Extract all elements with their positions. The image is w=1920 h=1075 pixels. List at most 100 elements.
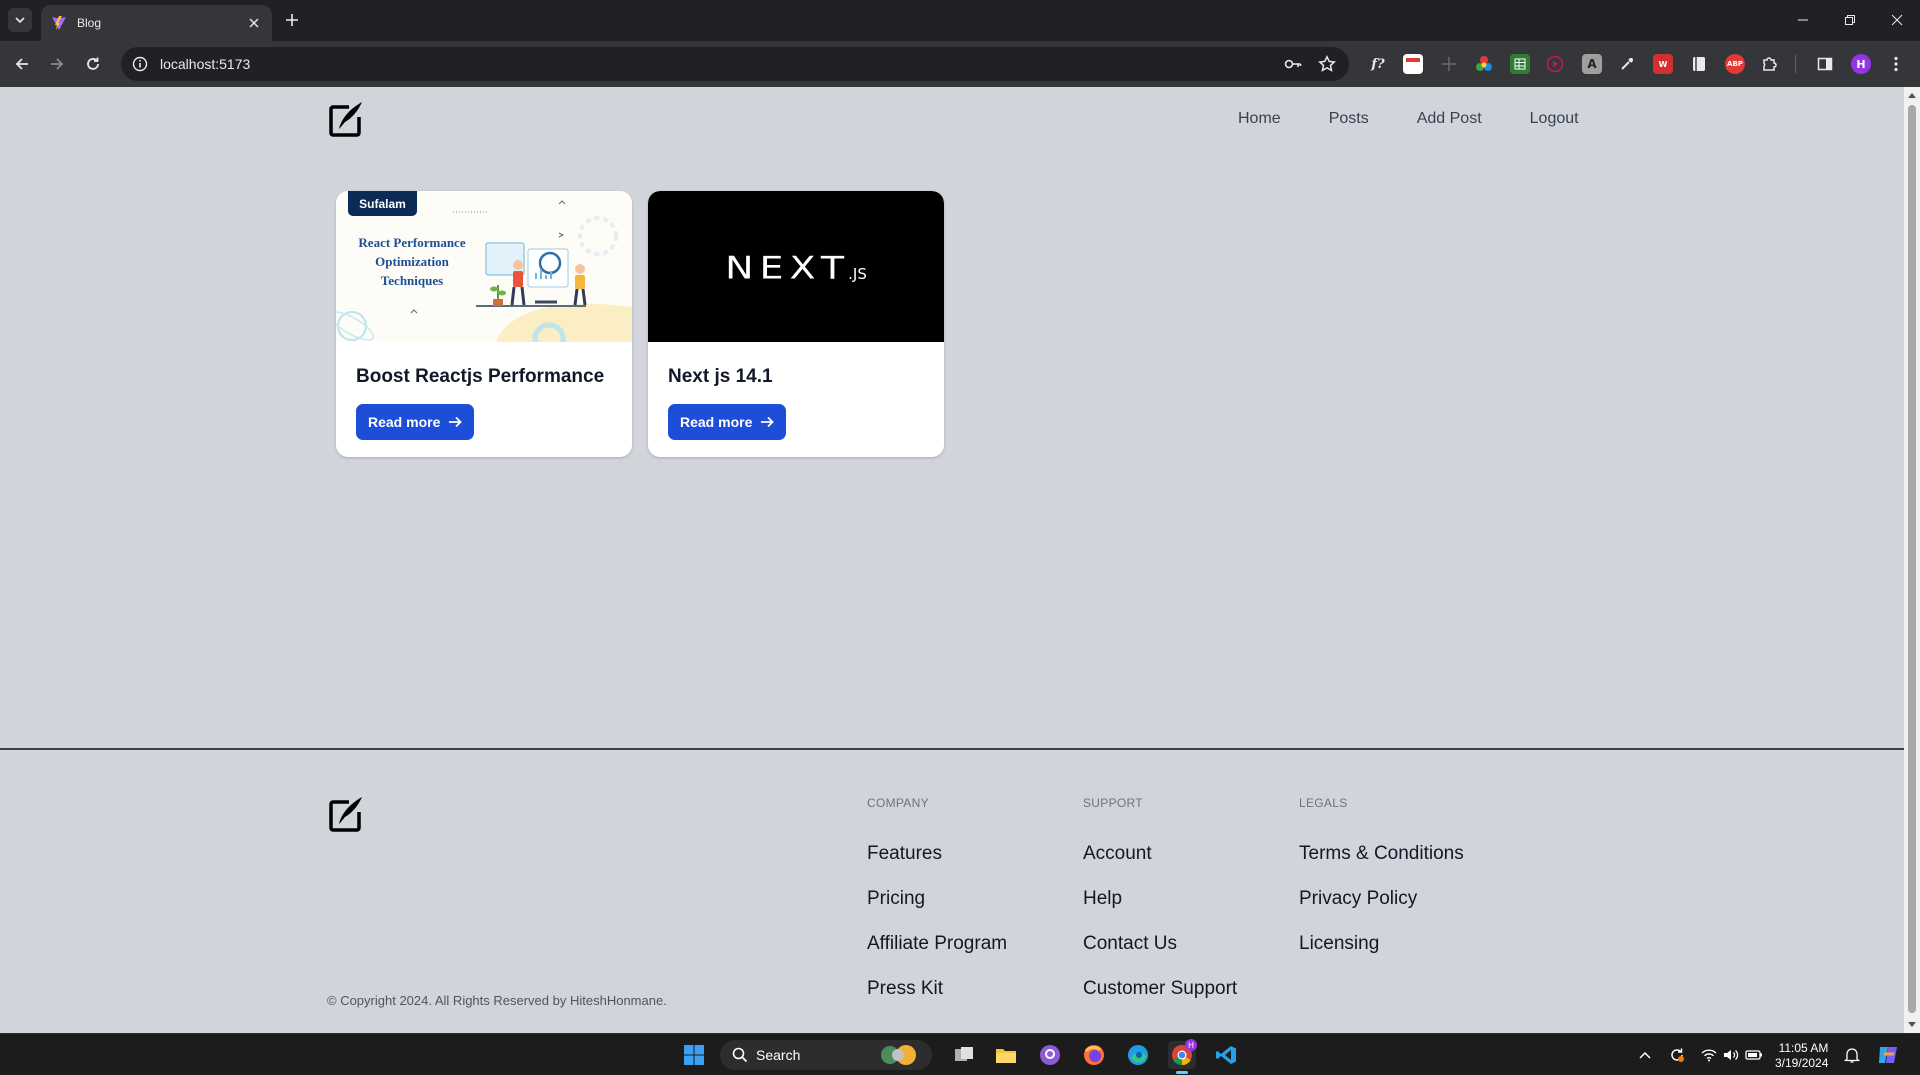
footer-link-affiliate[interactable]: Affiliate Program xyxy=(867,931,1007,956)
restore-icon xyxy=(1845,15,1855,25)
font-extension-icon[interactable]: A xyxy=(1582,54,1602,74)
footer-link-features[interactable]: Features xyxy=(867,841,1007,866)
read-more-button[interactable]: Read more xyxy=(356,404,475,440)
profile-avatar[interactable]: H xyxy=(1851,54,1871,74)
firefox-icon[interactable] xyxy=(1080,1041,1108,1069)
url-text: localhost:5173 xyxy=(160,56,251,72)
nextjs-wordmark: NEXT xyxy=(725,249,851,286)
vscode-icon[interactable] xyxy=(1212,1041,1240,1069)
eyedropper-extension-icon[interactable] xyxy=(1617,54,1637,74)
close-tab-icon[interactable] xyxy=(244,13,264,33)
clock-date: 3/19/2024 xyxy=(1775,1056,1829,1070)
volume-icon[interactable] xyxy=(1722,1046,1740,1064)
forward-button[interactable] xyxy=(45,52,69,76)
scroll-down-arrow-icon[interactable] xyxy=(1908,1022,1916,1027)
post-thumbnail-nextjs[interactable]: NEXT .JS xyxy=(648,191,944,342)
adblock-extension-icon[interactable]: ABP xyxy=(1725,54,1745,74)
nav-posts[interactable]: Posts xyxy=(1305,107,1393,131)
calendar-extension-icon[interactable] xyxy=(1403,54,1423,74)
taskbar-search-placeholder: Search xyxy=(756,1047,801,1063)
nav-home[interactable]: Home xyxy=(1214,107,1305,131)
copilot-icon[interactable] xyxy=(1874,1041,1902,1069)
footer-logo-icon[interactable] xyxy=(327,794,367,834)
file-explorer-icon[interactable] xyxy=(992,1041,1020,1069)
tab-search-button[interactable] xyxy=(8,8,32,32)
footer-link-pricing[interactable]: Pricing xyxy=(867,886,1007,911)
notifications-icon[interactable] xyxy=(1843,1046,1861,1064)
tab-title: Blog xyxy=(77,16,102,30)
arrow-right-icon xyxy=(449,416,463,428)
footer-link-help[interactable]: Help xyxy=(1083,886,1237,911)
footer-link-licensing[interactable]: Licensing xyxy=(1299,931,1464,956)
close-window-button[interactable] xyxy=(1885,8,1909,32)
minimize-window-button[interactable] xyxy=(1791,8,1815,32)
password-key-icon[interactable] xyxy=(1281,52,1305,76)
sheets-extension-icon[interactable] xyxy=(1510,54,1530,74)
footer-link-press-kit[interactable]: Press Kit xyxy=(867,976,1007,1001)
wifi-icon[interactable] xyxy=(1700,1046,1718,1064)
site-footer: COMPANY Features Pricing Affiliate Progr… xyxy=(0,748,1904,1033)
taskbar-clock[interactable]: 11:05 AM 3/19/2024 xyxy=(1775,1041,1828,1071)
fx-extension-icon[interactable]: f? xyxy=(1368,54,1388,74)
footer-link-contact[interactable]: Contact Us xyxy=(1083,931,1237,956)
footer-heading: LEGALS xyxy=(1299,796,1348,810)
site-info-icon[interactable] xyxy=(130,54,150,74)
taskbar-search-box[interactable]: Search xyxy=(720,1040,932,1070)
address-bar[interactable]: localhost:5173 xyxy=(121,47,1349,81)
browser-toolbar: localhost:5173 f? A W ABP H xyxy=(0,41,1920,87)
post-title[interactable]: Next js 14.1 xyxy=(668,366,773,388)
show-hidden-icons-chevron-icon[interactable] xyxy=(1636,1046,1654,1064)
chrome-icon[interactable]: H xyxy=(1168,1039,1197,1074)
post-thumbnail-react[interactable]: Sufalam React Performance Optimization T… xyxy=(336,191,632,342)
scrollbar-thumb[interactable] xyxy=(1908,105,1916,1013)
post-card: NEXT .JS Next js 14.1 Read more xyxy=(648,191,944,457)
bookmark-star-icon[interactable] xyxy=(1315,52,1339,76)
back-button[interactable] xyxy=(10,52,34,76)
toolbar-divider xyxy=(1795,55,1796,73)
main-nav: Home Posts Add Post Logout xyxy=(1214,107,1603,131)
plus-icon xyxy=(286,14,298,26)
color-picker-extension-icon[interactable] xyxy=(1474,54,1494,74)
thumbnail-headline-line: React Performance xyxy=(358,235,466,250)
battery-icon[interactable] xyxy=(1745,1046,1763,1064)
new-tab-button[interactable] xyxy=(282,10,302,30)
task-view-icon[interactable] xyxy=(950,1041,978,1069)
page-scrollbar[interactable] xyxy=(1904,87,1920,1033)
reload-icon xyxy=(87,57,99,70)
nav-add-post[interactable]: Add Post xyxy=(1393,107,1506,131)
read-more-button[interactable]: Read more xyxy=(668,404,787,440)
site-logo-icon[interactable] xyxy=(327,99,367,139)
reload-button[interactable] xyxy=(81,52,105,76)
chevron-down-icon xyxy=(15,17,25,24)
thumbnail-headline-line: Optimization xyxy=(375,254,449,269)
ruler-extension-icon[interactable] xyxy=(1439,54,1459,74)
browser-menu-icon[interactable] xyxy=(1886,54,1906,74)
thumbnail-headline: React Performance Optimization Technique… xyxy=(342,233,482,290)
notebook-extension-icon[interactable] xyxy=(1689,54,1709,74)
github-icon[interactable] xyxy=(1036,1041,1064,1069)
clock-time: 11:05 AM xyxy=(1778,1041,1829,1055)
vite-logo-icon xyxy=(52,16,66,30)
extensions-puzzle-icon[interactable] xyxy=(1760,54,1780,74)
side-panel-icon[interactable] xyxy=(1815,54,1835,74)
browser-tab-active[interactable]: Blog xyxy=(41,5,272,41)
scroll-up-arrow-icon[interactable] xyxy=(1908,93,1916,98)
footer-link-privacy[interactable]: Privacy Policy xyxy=(1299,886,1464,911)
post-title[interactable]: Boost Reactjs Performance xyxy=(356,366,604,388)
windows-start-icon[interactable] xyxy=(680,1041,708,1069)
nav-logout[interactable]: Logout xyxy=(1506,107,1603,131)
wappalyzer-extension-icon[interactable]: W xyxy=(1653,54,1673,74)
record-extension-icon[interactable] xyxy=(1545,54,1565,74)
windows-taskbar: Search H 11:05 AM 3/19/2024 xyxy=(0,1033,1920,1075)
browser-tab-bar: Blog xyxy=(0,0,1920,41)
restore-window-button[interactable] xyxy=(1838,8,1862,32)
read-more-label: Read more xyxy=(368,414,441,430)
minimize-icon xyxy=(1798,19,1808,21)
footer-link-account[interactable]: Account xyxy=(1083,841,1237,866)
sync-icon[interactable] xyxy=(1668,1046,1686,1064)
footer-link-customer-support[interactable]: Customer Support xyxy=(1083,976,1237,1001)
post-card: Sufalam React Performance Optimization T… xyxy=(336,191,632,457)
edge-icon[interactable] xyxy=(1124,1041,1152,1069)
footer-link-terms[interactable]: Terms & Conditions xyxy=(1299,841,1464,866)
footer-column-company: COMPANY Features Pricing Affiliate Progr… xyxy=(867,796,1007,1021)
